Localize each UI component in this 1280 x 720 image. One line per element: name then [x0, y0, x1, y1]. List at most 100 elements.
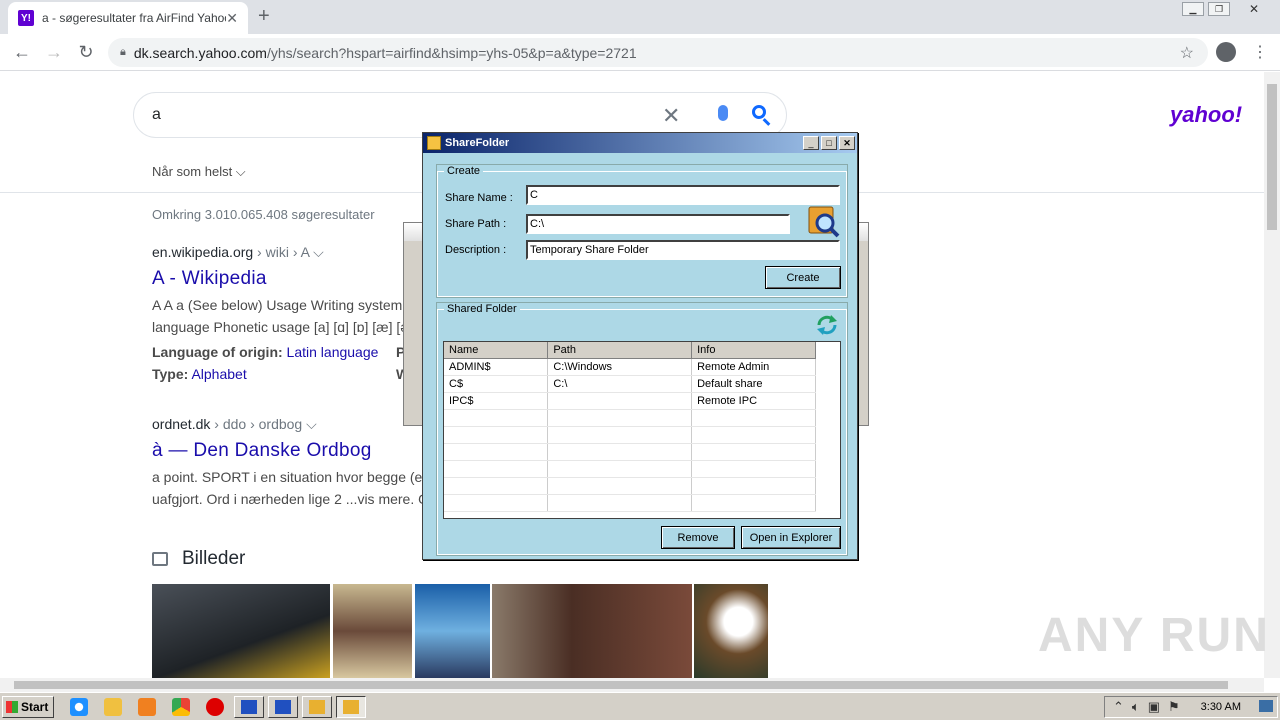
tray-expand-icon[interactable]: ⌃: [1113, 699, 1124, 715]
dialog-titlebar[interactable]: ShareFolder _ □ ✕: [423, 133, 857, 153]
cell-path: [547, 392, 693, 410]
share-name-label: Share Name :: [445, 192, 513, 204]
windows-logo-icon: [6, 701, 18, 713]
meta-link[interactable]: Latin language: [287, 344, 379, 360]
forward-icon[interactable]: →: [42, 42, 66, 63]
description-field[interactable]: Temporary Share Folder: [526, 240, 840, 260]
result-count: Omkring 3.010.065.408 søgeresultater: [152, 207, 375, 222]
voice-search-icon[interactable]: [718, 105, 728, 121]
horizontal-scrollbar[interactable]: [0, 678, 1264, 692]
vertical-scrollbar[interactable]: [1264, 72, 1280, 678]
remove-button[interactable]: Remove: [661, 526, 735, 549]
crumb-path: › ddo › ordbog ⌵: [210, 416, 317, 432]
browser-toolbar: ← → ↻ 🔒︎ dk.search.yahoo.com/yhs/search?…: [0, 34, 1280, 71]
open-in-explorer-button[interactable]: Open in Explorer: [741, 526, 841, 549]
close-icon[interactable]: ✕: [839, 136, 855, 150]
clear-search-icon[interactable]: ✕: [662, 103, 680, 129]
volume-icon[interactable]: 🔈︎: [1132, 699, 1140, 715]
bookmark-star-icon[interactable]: ☆: [1180, 43, 1194, 63]
column-header-name[interactable]: Name: [444, 342, 549, 359]
browser-tab[interactable]: Y! a - søgeresultater fra AirFind Yahoo …: [8, 2, 248, 34]
cell-name: IPC$: [444, 392, 549, 410]
taskbar: Start ⌃ 🔈︎ ▣ ⚑ 3:30 AM: [0, 692, 1280, 720]
taskbar-window-button-active[interactable]: [336, 696, 366, 718]
new-tab-icon[interactable]: +: [258, 6, 270, 26]
result-title-link[interactable]: A - Wikipedia: [152, 268, 267, 290]
taskbar-window-button[interactable]: [234, 696, 264, 718]
meta-link[interactable]: Alphabet: [191, 366, 246, 382]
table-row[interactable]: C$ C:\ Default share: [444, 375, 816, 393]
result-title-link[interactable]: à — Den Danske Ordbog: [152, 440, 372, 462]
yahoo-favicon-icon: Y!: [18, 10, 34, 26]
close-window-icon[interactable]: ✕: [1240, 2, 1268, 16]
keyboard-icon[interactable]: [1259, 700, 1273, 712]
scroll-thumb[interactable]: [14, 681, 1228, 689]
taskbar-window-button[interactable]: [268, 696, 298, 718]
media-player-icon[interactable]: [138, 698, 156, 716]
search-input[interactable]: a: [152, 106, 786, 124]
refresh-icon[interactable]: [815, 313, 839, 337]
window-icon: [241, 700, 257, 714]
tab-title: a - søgeresultater fra AirFind Yahoo: [42, 11, 227, 25]
create-legend: Create: [447, 165, 481, 177]
profile-icon[interactable]: [1216, 42, 1236, 62]
restore-window-icon[interactable]: ❐: [1208, 2, 1230, 16]
back-icon[interactable]: ←: [10, 42, 34, 63]
browse-folder-icon[interactable]: [805, 203, 841, 239]
create-button[interactable]: Create: [765, 266, 841, 289]
folder-icon[interactable]: [104, 698, 122, 716]
url-host: dk.search.yahoo.com: [133, 44, 267, 61]
clock[interactable]: 3:30 AM: [1201, 701, 1241, 713]
time-filter-dropdown[interactable]: Når som helst ⌵: [152, 164, 246, 180]
cell-info: Remote Admin: [691, 358, 816, 376]
shared-folders-table[interactable]: Name Path Info ADMIN$ C:\Windows Remote …: [443, 341, 841, 519]
window-icon: [275, 700, 291, 714]
chrome-icon[interactable]: [172, 698, 190, 716]
table-row[interactable]: IPC$ Remote IPC: [444, 392, 816, 410]
description-label: Description :: [445, 244, 507, 256]
scroll-thumb[interactable]: [1267, 84, 1277, 230]
column-header-info[interactable]: Info: [691, 342, 816, 359]
flag-icon[interactable]: ⚑: [1168, 699, 1180, 715]
result-breadcrumb[interactable]: ordnet.dk › ddo › ordbog ⌵: [152, 416, 317, 433]
cell-info: Remote IPC: [691, 392, 816, 410]
empty-row: [444, 409, 816, 427]
crumb-host: ordnet.dk: [152, 416, 211, 432]
result-snippet-line: language Phonetic usage [a] [ɑ] [ɒ] [æ] …: [152, 319, 409, 335]
chrome-menu-icon[interactable]: ⋮: [1252, 42, 1268, 62]
taskbar-window-button[interactable]: [302, 696, 332, 718]
image-thumbnail[interactable]: [694, 584, 768, 678]
empty-row: [444, 426, 816, 444]
image-thumbnail[interactable]: [415, 584, 490, 678]
share-path-field[interactable]: C:\: [526, 214, 790, 234]
cell-path: C:\: [547, 375, 693, 393]
table-row[interactable]: ADMIN$ C:\Windows Remote Admin: [444, 358, 816, 376]
images-heading[interactable]: Billeder: [152, 548, 245, 570]
anyrun-watermark: ANY RUN: [1038, 609, 1270, 662]
folder-icon: [427, 136, 441, 150]
start-button[interactable]: Start: [2, 696, 54, 718]
internet-explorer-icon[interactable]: [70, 698, 88, 716]
opera-icon[interactable]: [206, 698, 224, 716]
image-thumbnail[interactable]: [333, 584, 412, 678]
network-icon[interactable]: ▣: [1148, 699, 1160, 715]
url-text: dk.search.yahoo.com/yhs/search?hspart=ai…: [134, 45, 637, 61]
address-bar[interactable]: 🔒︎ dk.search.yahoo.com/yhs/search?hspart…: [108, 38, 1208, 67]
empty-row: [444, 477, 816, 495]
crumb-host: en.wikipedia.org: [152, 244, 254, 260]
share-name-field[interactable]: C: [526, 185, 840, 205]
minimize-window-icon[interactable]: ▁: [1182, 2, 1204, 16]
image-thumbnail[interactable]: [492, 584, 692, 678]
search-icon[interactable]: [752, 105, 766, 119]
maximize-icon[interactable]: □: [821, 136, 837, 150]
image-thumbnail[interactable]: [152, 584, 330, 678]
empty-row: [444, 494, 816, 512]
reload-icon[interactable]: ↻: [74, 42, 98, 63]
tab-close-icon[interactable]: ✕: [226, 10, 238, 27]
minimize-icon[interactable]: _: [803, 136, 819, 150]
lock-icon: 🔒︎: [120, 46, 126, 58]
folder-icon: [309, 700, 325, 714]
result-breadcrumb[interactable]: en.wikipedia.org › wiki › A ⌵: [152, 244, 324, 261]
column-header-path[interactable]: Path: [547, 342, 693, 359]
yahoo-logo[interactable]: yahoo!: [1170, 102, 1242, 128]
